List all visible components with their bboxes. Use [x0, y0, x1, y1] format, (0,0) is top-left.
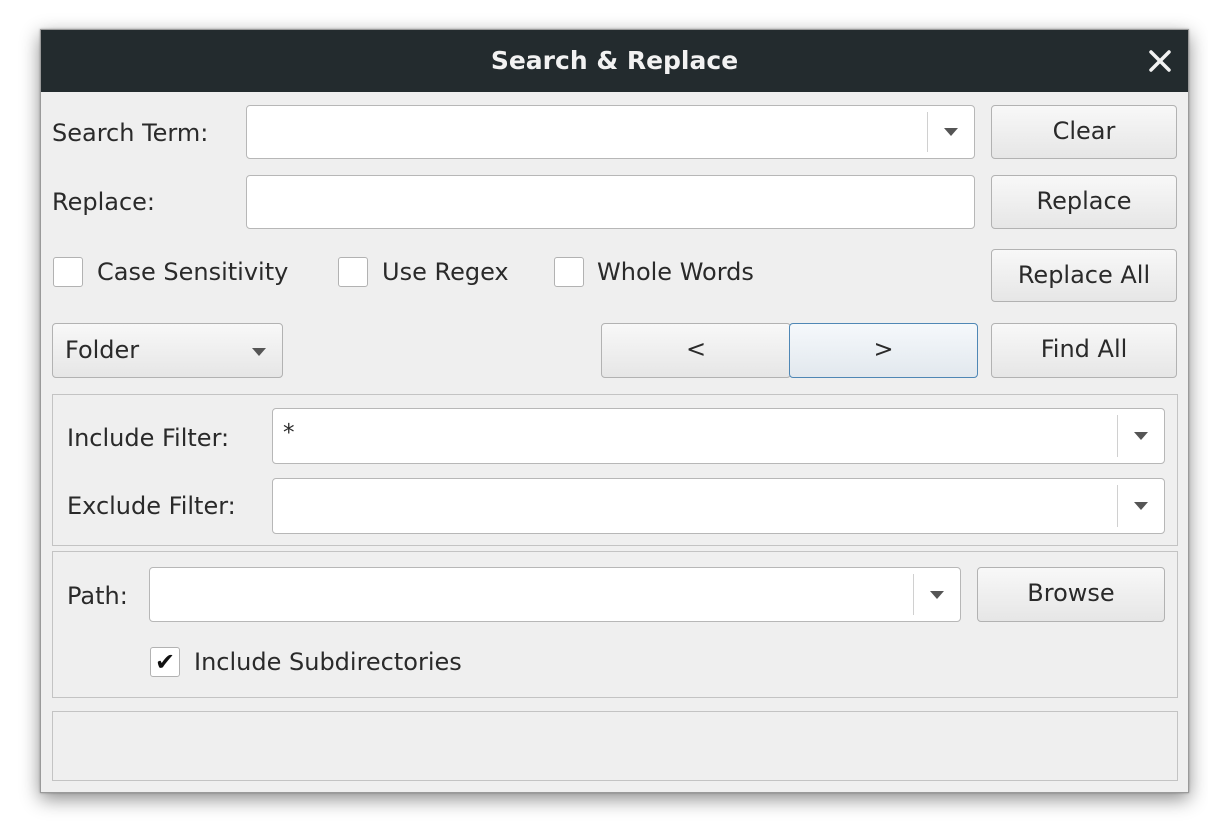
checkmark-icon: ✔	[154, 648, 176, 676]
find-previous-button[interactable]: <	[601, 323, 791, 378]
replace-input[interactable]	[246, 175, 975, 229]
include-filter-value: *	[283, 420, 295, 446]
replace-all-button[interactable]: Replace All	[991, 249, 1177, 302]
browse-button[interactable]: Browse	[977, 567, 1165, 622]
exclude-filter-combo[interactable]	[272, 478, 1165, 534]
search-replace-dialog: Search & Replace Search Term: Clear Repl…	[40, 29, 1189, 793]
search-term-combo[interactable]	[246, 105, 975, 159]
case-sensitivity-label[interactable]: Case Sensitivity	[97, 257, 288, 287]
status-area	[52, 711, 1178, 781]
path-group: Path: Browse ✔ Include Subdirectories	[52, 551, 1178, 698]
combo-separator	[913, 574, 914, 615]
whole-words-checkbox[interactable]	[554, 257, 584, 287]
scope-selected-value: Folder	[65, 336, 140, 364]
scope-dropdown[interactable]: Folder	[52, 323, 283, 378]
find-all-button[interactable]: Find All	[991, 323, 1177, 378]
combo-separator	[1117, 415, 1118, 457]
close-icon[interactable]	[1144, 45, 1176, 77]
combo-separator	[1117, 485, 1118, 527]
path-label: Path:	[67, 582, 128, 610]
replace-button[interactable]: Replace	[991, 175, 1177, 229]
use-regex-label[interactable]: Use Regex	[382, 257, 509, 287]
include-filter-label: Include Filter:	[67, 424, 230, 452]
include-subdirectories-checkbox[interactable]: ✔	[150, 647, 180, 677]
title-bar[interactable]: Search & Replace	[41, 30, 1188, 92]
search-term-label: Search Term:	[52, 119, 209, 147]
find-next-button[interactable]: >	[789, 323, 978, 378]
clear-button[interactable]: Clear	[991, 105, 1177, 159]
chevron-down-icon[interactable]	[930, 590, 944, 599]
dialog-title: Search & Replace	[490, 46, 739, 75]
chevron-down-icon[interactable]	[1134, 432, 1148, 440]
chevron-down-icon	[252, 347, 266, 356]
replace-label: Replace:	[52, 188, 156, 216]
use-regex-checkbox[interactable]	[338, 257, 368, 287]
chevron-down-icon[interactable]	[1134, 502, 1148, 510]
whole-words-label[interactable]: Whole Words	[597, 257, 754, 287]
path-combo[interactable]	[149, 567, 961, 622]
include-subdirectories-label[interactable]: Include Subdirectories	[194, 647, 462, 677]
combo-separator	[927, 112, 928, 152]
chevron-down-icon[interactable]	[944, 128, 958, 136]
exclude-filter-label: Exclude Filter:	[67, 492, 236, 520]
case-sensitivity-checkbox[interactable]	[53, 257, 83, 287]
filters-group: Include Filter: * Exclude Filter:	[52, 394, 1178, 546]
include-filter-combo[interactable]: *	[272, 408, 1165, 464]
